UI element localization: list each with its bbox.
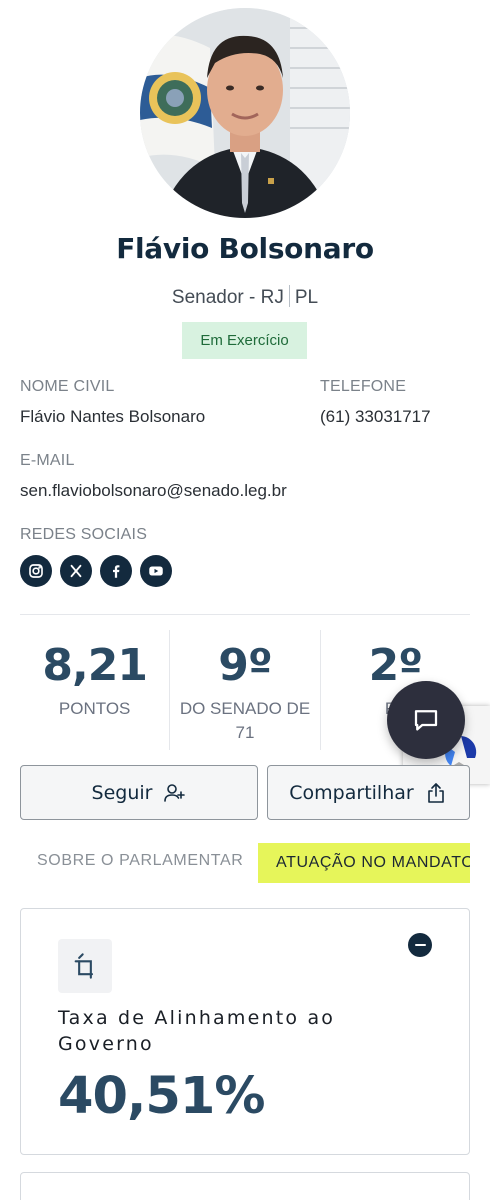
crop-icon: [58, 939, 112, 993]
social-label: REDES SOCIAIS: [20, 526, 148, 543]
email-value[interactable]: sen.flaviobolsonaro@senado.leg.br: [20, 481, 287, 501]
party-text: PL: [294, 287, 319, 308]
chat-icon: [414, 710, 438, 731]
instagram-icon[interactable]: [20, 555, 52, 587]
alignment-card: Taxa de Alinhamento ao Governo 40,51%: [20, 908, 470, 1155]
collapse-icon[interactable]: [408, 933, 432, 957]
add-user-icon: [164, 783, 186, 802]
role-line: Senador - RJ PL: [0, 285, 490, 309]
follow-label: Seguir: [91, 781, 153, 804]
share-button[interactable]: Compartilhar: [267, 765, 470, 820]
stat-points-caption: PONTOS: [58, 699, 131, 718]
phone-value[interactable]: (61) 33031717: [320, 407, 431, 427]
follow-button[interactable]: Seguir: [20, 765, 258, 820]
stat-senate-rank-caption: DO SENADO DE 71: [179, 699, 311, 742]
section-divider: [20, 614, 470, 615]
stat-state-rank-value: 2º: [368, 640, 423, 691]
stat-points-value: 8,21: [42, 640, 148, 691]
facebook-icon[interactable]: [100, 555, 132, 587]
status-badge: Em Exercício: [182, 322, 307, 359]
stat-senate-rank-value: 9º: [218, 640, 272, 691]
profile-photo-illustration: [140, 8, 350, 218]
role-separator: [288, 285, 290, 307]
alignment-card-value: 40,51%: [58, 1067, 265, 1126]
social-links: [20, 555, 172, 587]
email-label: E-MAIL: [20, 452, 75, 469]
civil-name-label: NOME CIVIL: [20, 378, 115, 395]
tab-activity[interactable]: ATUAÇÃO NO MANDATO: [258, 843, 470, 883]
chat-button[interactable]: [387, 681, 465, 759]
parliamentarian-name: Flávio Bolsonaro: [116, 232, 374, 265]
stat-points: 8,21 PONTOS: [20, 630, 169, 750]
stat-senate-rank: 9º DO SENADO DE 71: [169, 630, 319, 750]
alignment-card-title: Taxa de Alinhamento ao Governo: [58, 1007, 336, 1055]
profile-photo: [140, 8, 350, 218]
share-label: Compartilhar: [289, 781, 414, 804]
youtube-icon[interactable]: [140, 555, 172, 587]
x-icon[interactable]: [60, 555, 92, 587]
share-icon: [427, 782, 444, 803]
civil-name-value: Flávio Nantes Bolsonaro: [20, 407, 206, 426]
tab-about[interactable]: SOBRE O PARLAMENTAR: [37, 852, 243, 870]
phone-label: TELEFONE: [320, 378, 407, 395]
next-card: [20, 1172, 470, 1200]
role-text: Senador - RJ: [171, 287, 284, 308]
